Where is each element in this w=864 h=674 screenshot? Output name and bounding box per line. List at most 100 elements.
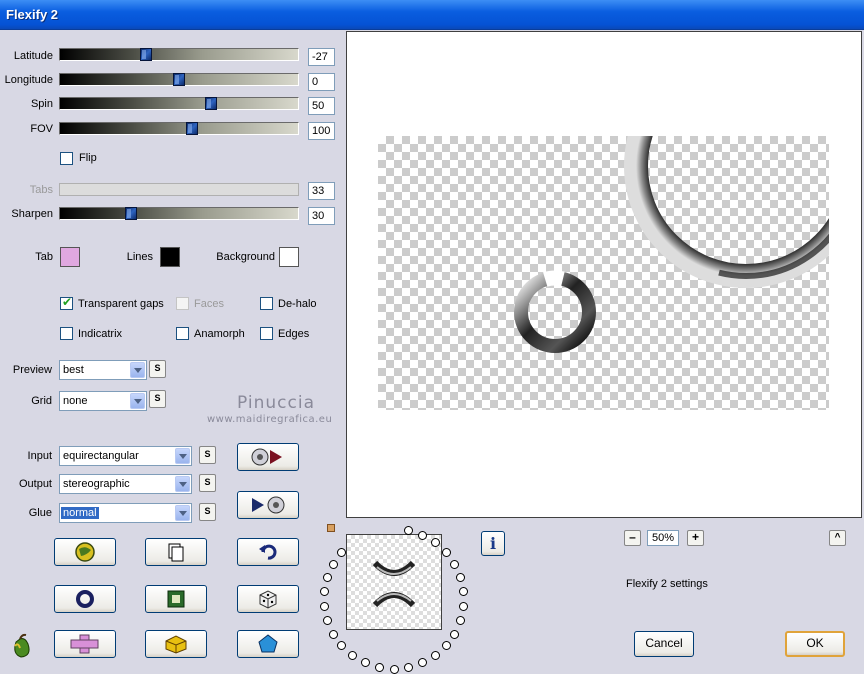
background-color-swatch[interactable] xyxy=(279,247,299,267)
chevron-down-icon[interactable] xyxy=(175,476,190,492)
sharpen-slider[interactable] xyxy=(59,207,299,220)
collapse-button[interactable]: ^ xyxy=(829,530,846,546)
glue-select-value: normal xyxy=(61,507,99,519)
tabs-value-field[interactable]: 33 xyxy=(308,182,335,200)
spin-dial-dot[interactable] xyxy=(389,664,399,674)
fov-value-field[interactable]: 100 xyxy=(308,122,335,140)
undo-button[interactable] xyxy=(237,538,299,566)
latitude-slider[interactable] xyxy=(59,48,299,61)
preview-image[interactable] xyxy=(378,136,829,410)
chevron-down-icon[interactable] xyxy=(175,505,190,521)
spin-value-field[interactable]: 50 xyxy=(308,97,335,115)
pentagon-button[interactable] xyxy=(237,630,299,658)
fov-slider[interactable] xyxy=(59,122,299,135)
spin-dial-dot[interactable] xyxy=(328,559,338,569)
longitude-slider[interactable] xyxy=(59,73,299,86)
chevron-down-icon[interactable] xyxy=(175,448,190,464)
copy-button[interactable] xyxy=(145,538,207,566)
output-save-button[interactable]: S xyxy=(199,474,216,492)
spin-dial-dot[interactable] xyxy=(441,547,451,557)
spin-dial-dot[interactable] xyxy=(459,601,469,611)
spin-dial-dot[interactable] xyxy=(319,601,329,611)
spin-slider-thumb[interactable] xyxy=(205,97,218,110)
spin-dial-dot[interactable] xyxy=(361,658,371,668)
output-label: Output xyxy=(18,478,52,490)
latitude-label: Latitude xyxy=(13,50,53,62)
square-button[interactable] xyxy=(145,585,207,613)
anamorph-checkbox[interactable] xyxy=(176,327,189,340)
randomize-button[interactable] xyxy=(54,538,116,566)
spin-dial-dot[interactable] xyxy=(450,559,460,569)
spin-dial-dot[interactable] xyxy=(404,526,414,536)
glue-save-button[interactable]: S xyxy=(199,503,216,521)
sharpen-label: Sharpen xyxy=(11,208,53,220)
spin-dial-dot[interactable] xyxy=(337,641,347,651)
chevron-down-icon[interactable] xyxy=(130,393,145,409)
spin-dial-dot[interactable] xyxy=(374,662,384,672)
spin-dial-dot[interactable] xyxy=(417,530,427,540)
spin-dial-dot[interactable] xyxy=(441,641,451,651)
spin-dial-dot[interactable] xyxy=(430,537,440,547)
preview-select[interactable]: best xyxy=(59,360,147,380)
preview-save-button[interactable]: S xyxy=(149,360,166,378)
background-color-label: Background xyxy=(216,251,275,263)
de-halo-label: De-halo xyxy=(278,298,317,310)
grid-select[interactable]: none xyxy=(59,391,147,411)
de-halo-checkbox[interactable] xyxy=(260,297,273,310)
sharpen-slider-thumb[interactable] xyxy=(125,207,138,220)
indicatrix-checkbox[interactable] xyxy=(60,327,73,340)
sphere-button[interactable] xyxy=(54,585,116,613)
faces-label: Faces xyxy=(194,298,224,310)
grid-save-button[interactable]: S xyxy=(149,390,166,408)
zoom-out-button[interactable]: – xyxy=(624,530,641,546)
glue-select[interactable]: normal xyxy=(59,503,192,523)
ok-button[interactable]: OK xyxy=(785,631,845,657)
transfer-output-to-input-button[interactable] xyxy=(237,443,299,471)
dice-button[interactable] xyxy=(237,585,299,613)
navigator-thumbnail[interactable] xyxy=(346,534,442,630)
spin-dial-dot[interactable] xyxy=(430,651,440,661)
anamorph-label: Anamorph xyxy=(194,328,245,340)
fov-slider-thumb[interactable] xyxy=(186,122,199,135)
tabs-slider[interactable] xyxy=(59,183,299,196)
cube-button[interactable] xyxy=(145,630,207,658)
info-button[interactable]: i xyxy=(481,531,505,556)
dice-icon xyxy=(259,590,277,609)
zoom-in-button[interactable]: + xyxy=(687,530,704,546)
spin-dial-dot[interactable] xyxy=(322,572,332,582)
transfer-input-to-output-button[interactable] xyxy=(237,491,299,519)
input-save-button[interactable]: S xyxy=(199,446,216,464)
spin-dial-dot[interactable] xyxy=(328,629,338,639)
cancel-button[interactable]: Cancel xyxy=(634,631,694,657)
indicatrix-label: Indicatrix xyxy=(78,328,123,340)
latitude-slider-thumb[interactable] xyxy=(139,48,152,61)
faces-checkbox[interactable] xyxy=(176,297,189,310)
input-select[interactable]: equirectangular xyxy=(59,446,192,466)
longitude-value-field[interactable]: 0 xyxy=(308,73,335,91)
spin-dial-dot[interactable] xyxy=(456,616,466,626)
cross-button[interactable] xyxy=(54,630,116,658)
spin-dial-dot[interactable] xyxy=(417,658,427,668)
spin-slider[interactable] xyxy=(59,97,299,110)
sharpen-value-field[interactable]: 30 xyxy=(308,207,335,225)
lines-color-swatch[interactable] xyxy=(160,247,180,267)
spin-dial-dot[interactable] xyxy=(404,662,414,672)
edges-checkbox[interactable] xyxy=(260,327,273,340)
spin-dial-dot[interactable] xyxy=(348,651,358,661)
latitude-value-field[interactable]: -27 xyxy=(308,48,335,66)
output-select[interactable]: stereographic xyxy=(59,474,192,494)
spin-dial-dot[interactable] xyxy=(450,629,460,639)
spin-dial-dot[interactable] xyxy=(319,587,329,597)
transparent-gaps-checkbox[interactable]: ✔ xyxy=(60,295,73,310)
chevron-down-icon[interactable] xyxy=(130,362,145,378)
spin-dial-dot[interactable] xyxy=(322,616,332,626)
cross-icon xyxy=(70,634,99,654)
flip-checkbox[interactable] xyxy=(60,152,73,165)
input-select-value: equirectangular xyxy=(63,450,139,462)
navigator-handle-icon[interactable] xyxy=(327,524,335,532)
spin-dial-dot[interactable] xyxy=(459,587,469,597)
longitude-slider-thumb[interactable] xyxy=(173,73,185,86)
cube-icon xyxy=(165,635,187,654)
tab-color-swatch[interactable] xyxy=(60,247,80,267)
spin-dial-dot[interactable] xyxy=(456,572,466,582)
